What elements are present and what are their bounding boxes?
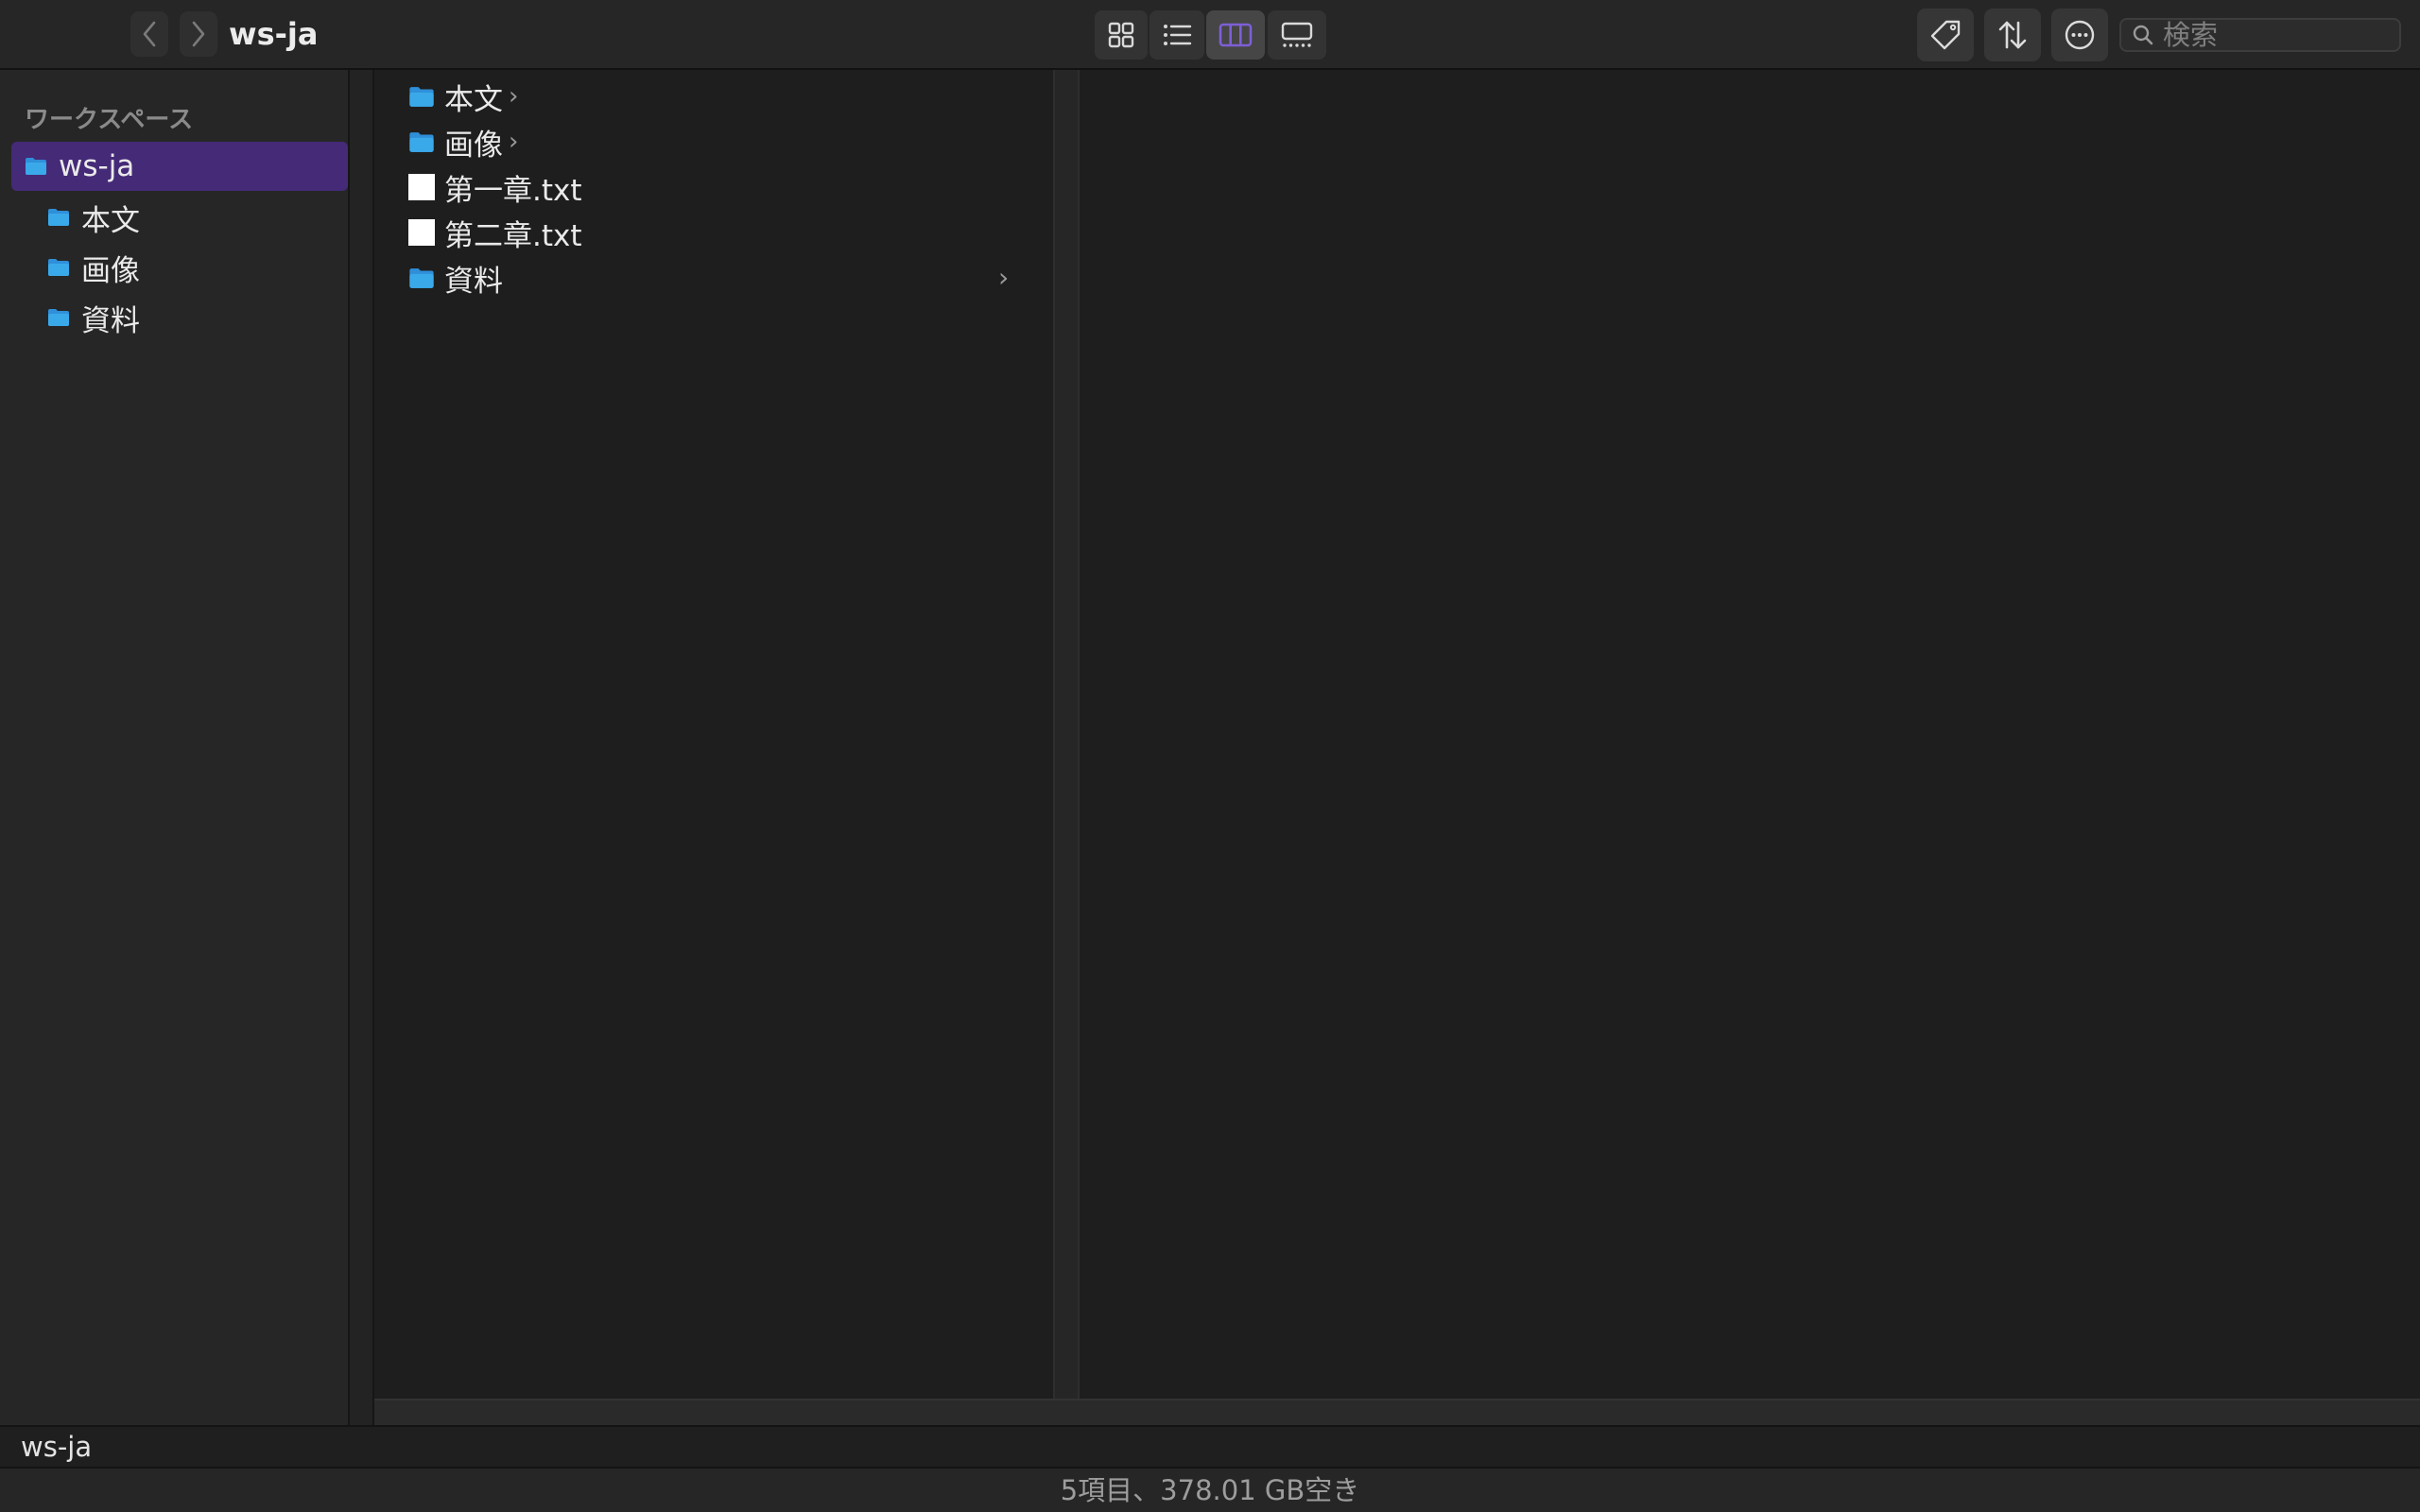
forward-button[interactable]	[180, 11, 217, 57]
browser-column-1: 本文 › 画像 › 第一章.txt 第二章.txt 資料 ›	[374, 70, 1053, 1399]
list-item[interactable]: 資料 ›	[374, 255, 1053, 301]
columns-icon	[1219, 23, 1253, 47]
folder-icon	[409, 131, 434, 152]
sort-button[interactable]	[1984, 9, 2041, 61]
list-item[interactable]: 画像 ›	[374, 119, 1053, 164]
folder-icon	[48, 309, 69, 326]
sidebar-item-label: ws-ja	[59, 149, 135, 183]
tag-icon	[1930, 20, 1961, 50]
chevron-right-icon	[192, 21, 205, 47]
horizontal-scrollbar[interactable]	[374, 1399, 2420, 1425]
sidebar-item-ws-ja[interactable]: ws-ja	[11, 142, 348, 191]
chevron-right-icon: ›	[509, 82, 519, 111]
item-label: 画像	[444, 128, 503, 163]
sidebar-resize-gutter[interactable]	[350, 70, 374, 1425]
document-icon	[408, 219, 435, 246]
list-icon	[1164, 25, 1192, 45]
item-label: 第二章.txt	[444, 218, 582, 253]
folder-icon	[409, 86, 434, 107]
tag-button[interactable]	[1917, 9, 1974, 61]
sort-arrows-icon	[1998, 21, 2027, 49]
sidebar-item-label: 画像	[81, 253, 140, 288]
list-item[interactable]: 本文 ›	[374, 74, 1053, 119]
item-label: 本文	[444, 82, 503, 117]
gallery-view-button[interactable]	[1268, 10, 1326, 60]
column-view-button[interactable]	[1206, 10, 1265, 60]
folder-icon	[409, 267, 434, 288]
search-icon	[2133, 25, 2153, 45]
sidebar-item-label: 本文	[81, 203, 140, 238]
search-input[interactable]	[2163, 19, 2390, 51]
sidebar-item-label: 資料	[81, 303, 140, 338]
folder-icon	[26, 158, 46, 175]
list-item[interactable]: 第二章.txt	[374, 210, 1053, 255]
browser-column-2	[1080, 70, 2420, 1399]
chevron-left-icon	[143, 21, 156, 47]
sidebar-item-gazou[interactable]: 画像	[11, 243, 348, 292]
ellipsis-circle-icon	[2065, 20, 2095, 50]
sidebar-item-shiryou[interactable]: 資料	[11, 293, 348, 342]
search-field[interactable]	[2119, 18, 2401, 52]
folder-icon	[48, 209, 69, 226]
status-bar: 5項目、378.01 GB空き	[0, 1467, 2420, 1512]
document-icon	[408, 174, 435, 200]
window-title: ws-ja	[229, 16, 319, 52]
column-resize-handle[interactable]	[1053, 70, 1080, 1399]
item-label: 資料	[444, 264, 503, 299]
sidebar-section-title: ワークスペース	[25, 106, 194, 134]
more-actions-button[interactable]	[2051, 9, 2108, 61]
path-crumb[interactable]: ws-ja	[21, 1427, 92, 1467]
finder-window: ws-ja 検索 ワークスペース ws-ja 本文 画像 資料 本文 › 画像 …	[0, 0, 2420, 1512]
sidebar: ワークスペース ws-ja 本文 画像 資料	[0, 70, 350, 1425]
grid-icon	[1108, 22, 1134, 48]
icon-view-button[interactable]	[1095, 10, 1148, 60]
chevron-right-icon: ›	[509, 128, 519, 156]
folder-icon	[48, 259, 69, 276]
list-item[interactable]: 第一章.txt	[374, 164, 1053, 210]
toolbar: ws-ja	[0, 0, 2420, 70]
chevron-right-icon: ›	[998, 262, 1010, 293]
path-bar: ws-ja	[0, 1425, 2420, 1467]
sidebar-item-honbun[interactable]: 本文	[11, 193, 348, 242]
gallery-icon	[1281, 22, 1313, 47]
back-button[interactable]	[130, 11, 168, 57]
list-view-button[interactable]	[1150, 10, 1204, 60]
item-label: 第一章.txt	[444, 173, 582, 208]
